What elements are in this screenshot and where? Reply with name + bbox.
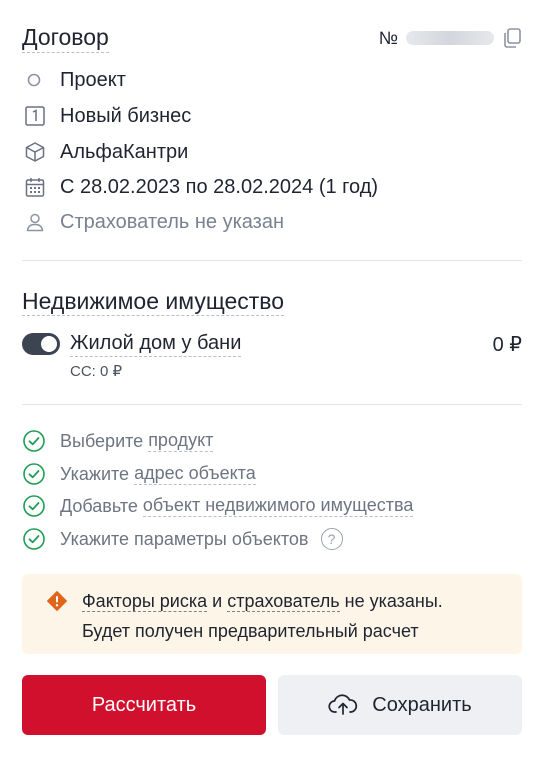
number-one-icon <box>22 104 50 128</box>
checklist-prefix: Выберите <box>60 430 149 451</box>
checklist-prefix: Укажите <box>60 463 135 484</box>
save-button-label: Сохранить <box>372 693 472 716</box>
calendar-icon <box>22 175 50 199</box>
user-icon <box>22 210 50 234</box>
period-text: С 28.02.2023 по 28.02.2024 (1 год) <box>60 175 379 198</box>
checklist-link[interactable]: продукт <box>148 430 214 452</box>
checklist-prefix: Укажите параметры объектов <box>60 528 309 549</box>
insurer-row: Страхователь не указан <box>22 210 502 234</box>
product-text: АльфаКантри <box>60 140 189 163</box>
property-section-title[interactable]: Недвижимое имущество <box>22 288 285 316</box>
check-circle-icon <box>23 528 45 550</box>
warning-suffix: не указаны. <box>344 591 443 611</box>
contract-number-masked <box>406 31 494 45</box>
divider <box>22 404 522 405</box>
business-type-text: Новый бизнес <box>60 104 192 127</box>
checklist-prefix: Добавьте <box>60 495 143 516</box>
insurer-link[interactable]: страхователь <box>227 591 340 612</box>
check-circle-icon <box>23 463 45 485</box>
warning-diamond-icon <box>47 591 67 611</box>
period-row: С 28.02.2023 по 28.02.2024 (1 год) <box>22 175 502 199</box>
contract-number: № <box>379 27 522 49</box>
check-circle-icon <box>23 495 45 517</box>
warning-line-1: Факторы риска и страхователь не указаны. <box>82 591 443 612</box>
warning-banner: Факторы риска и страхователь не указаны.… <box>22 574 522 654</box>
property-item: Жилой дом у бани 0 ₽ <box>22 330 522 358</box>
product-row: АльфаКантри <box>22 140 502 164</box>
property-toggle[interactable] <box>22 333 60 355</box>
divider <box>22 260 522 261</box>
checklist-item: Добавьте объект недвижимого имущества <box>22 494 502 518</box>
risk-factors-link[interactable]: Факторы риска <box>82 591 208 612</box>
property-section-title-text: Недвижимое имущество <box>22 288 285 316</box>
checklist-item: Укажите параметры объектов ? <box>22 527 502 551</box>
checklist-link[interactable]: адрес объекта <box>134 463 256 485</box>
insurer-text[interactable]: Страхователь не указан <box>60 211 284 234</box>
copy-icon[interactable] <box>502 27 522 49</box>
save-button[interactable]: Сохранить <box>278 675 522 735</box>
circle-icon <box>22 68 50 92</box>
contract-title[interactable]: Договор <box>22 24 109 53</box>
check-circle-icon <box>23 430 45 452</box>
calculate-button[interactable]: Рассчитать <box>22 675 266 735</box>
cloud-upload-icon <box>328 694 358 715</box>
calculate-button-label: Рассчитать <box>91 693 197 716</box>
status-text: Проект <box>60 68 126 91</box>
package-icon <box>22 140 50 164</box>
property-item-price: 0 ₽ <box>492 333 522 356</box>
contract-header: Договор № <box>22 24 522 54</box>
warning-line-2: Будет получен предварительный расчет <box>82 621 419 641</box>
number-sign: № <box>378 27 398 48</box>
checklist-link[interactable]: объект недвижимого имущества <box>142 495 414 517</box>
checklist-item: Выберите продукт <box>22 429 502 453</box>
help-icon[interactable]: ? <box>320 528 343 550</box>
status-row: Проект <box>22 68 502 92</box>
property-item-name[interactable]: Жилой дом у бани <box>70 332 242 357</box>
checklist-item: Укажите адрес объекта <box>22 462 502 486</box>
business-type-row: Новый бизнес <box>22 104 502 128</box>
warning-and: и <box>212 591 223 611</box>
property-item-sum: СС: 0 ₽ <box>70 363 123 380</box>
